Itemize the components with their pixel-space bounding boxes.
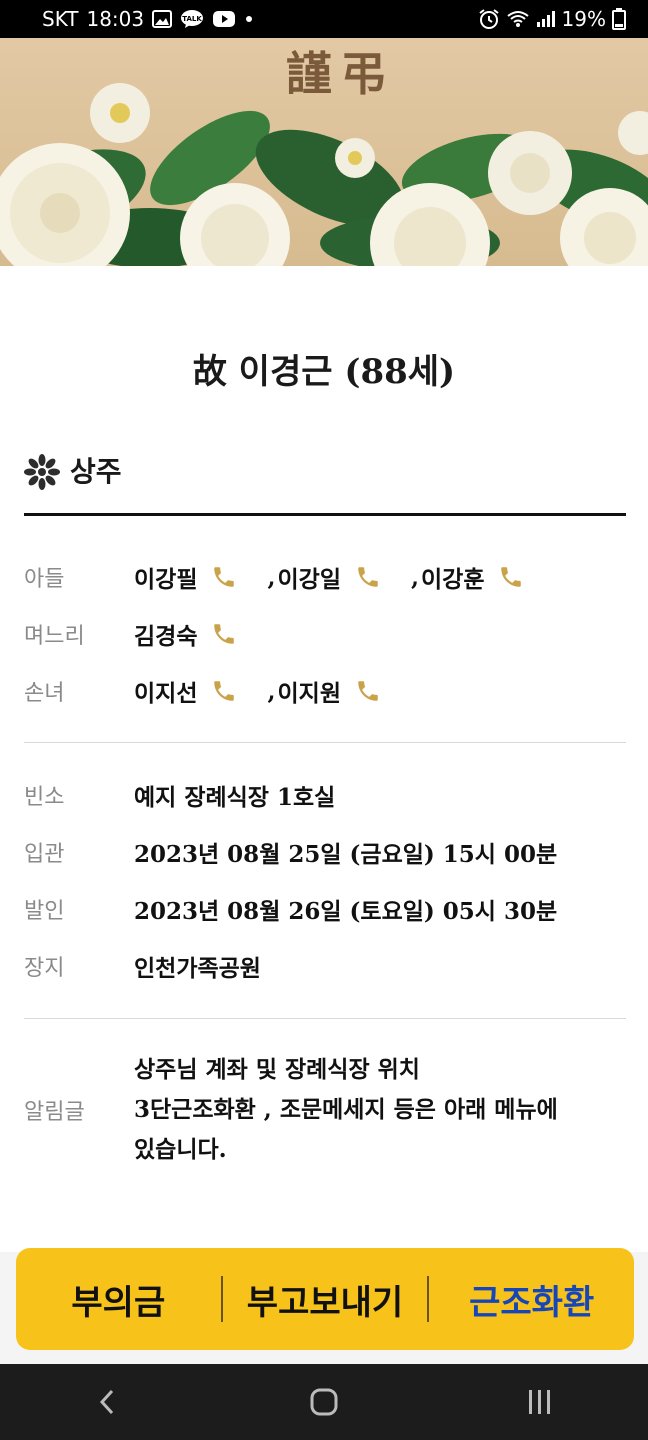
mourners-section-header: 상주 (24, 450, 626, 516)
notice-text: 상주님 계좌 및 장례식장 위치 3단근조화환 , 조문메세지 등은 아래 메뉴… (134, 1050, 614, 1170)
mourner-entry: 이지원 (278, 674, 381, 708)
section-title: 상주 (70, 455, 122, 488)
mourner-row-daughter-in-law: 며느리 김경숙 (24, 616, 626, 652)
battery-icon (612, 8, 626, 30)
funeral-wreath-button[interactable]: 근조화환 (429, 1248, 634, 1350)
info-label: 입관 (24, 842, 65, 867)
name-separator: , (267, 677, 276, 705)
kakaotalk-icon: TALK (180, 9, 204, 29)
info-row-mortuary: 빈소 예지 장례식장 1호실 (24, 777, 626, 813)
mourner-name: 이지원 (277, 680, 341, 707)
mourner-name: 이강일 (277, 566, 341, 593)
mourner-row-granddaughter: 손녀 이지선 , 이지원 (24, 673, 626, 709)
alarm-icon (478, 8, 500, 30)
relation-label: 손녀 (24, 681, 65, 706)
relation-label: 며느리 (24, 624, 85, 649)
notice-line: 있습니다. (134, 1136, 227, 1163)
name-separator: , (410, 563, 419, 591)
phone-icon[interactable] (211, 564, 237, 590)
condolence-money-button[interactable]: 부의금 (16, 1248, 221, 1350)
youtube-icon (212, 10, 236, 28)
action-bar: 부의금 부고보내기 근조화환 (16, 1248, 634, 1350)
svg-text:TALK: TALK (182, 15, 202, 23)
info-label: 장지 (24, 956, 65, 981)
phone-icon[interactable] (211, 678, 237, 704)
info-row-encoffining: 입관 2023년 08월 25일 (금요일) 15시 00분 (24, 834, 626, 870)
info-label: 빈소 (24, 785, 65, 810)
mourner-entry: 이강필 (134, 560, 237, 594)
section-divider (24, 1018, 626, 1019)
signal-icon (536, 10, 556, 28)
mourner-entry: 이지선 (134, 674, 237, 708)
mourner-entry: 김경숙 (134, 617, 237, 651)
mourner-name: 이강훈 (421, 566, 485, 593)
info-value: 예지 장례식장 1호실 (134, 784, 336, 811)
info-row-burial: 장지 인천가족공원 (24, 948, 626, 984)
gallery-icon (152, 10, 173, 28)
notice-line: 상주님 계좌 및 장례식장 위치 (134, 1056, 420, 1083)
mourner-name: 이강필 (134, 566, 198, 593)
memorial-banner: 謹弔 (0, 38, 648, 266)
status-bar: SKT 18:03 TALK 19% (0, 0, 648, 38)
phone-icon[interactable] (498, 564, 524, 590)
mourner-name: 이지선 (134, 680, 198, 707)
phone-icon[interactable] (211, 621, 237, 647)
info-value: 2023년 08월 25일 (금요일) 15시 00분 (134, 841, 558, 868)
banner-title: 謹弔 (286, 47, 394, 101)
carrier-label: SKT (42, 7, 79, 31)
clock-label: 18:03 (86, 7, 145, 31)
mourner-row-son: 아들 이강필 , 이강일 , 이강훈 (24, 559, 626, 595)
send-obituary-button[interactable]: 부고보내기 (223, 1248, 428, 1350)
mourner-entry: 이강훈 (421, 560, 524, 594)
relation-label: 아들 (24, 567, 65, 592)
info-row-departure: 발인 2023년 08월 26일 (토요일) 05시 30분 (24, 891, 626, 927)
notice-label: 알림글 (24, 1100, 85, 1125)
phone-icon[interactable] (355, 564, 381, 590)
info-label: 발인 (24, 899, 65, 924)
phone-icon[interactable] (355, 678, 381, 704)
section-divider (24, 742, 626, 743)
name-separator: , (267, 563, 276, 591)
dot-icon (244, 14, 254, 24)
mourner-name: 김경숙 (134, 623, 198, 650)
mourner-entry: 이강일 (278, 560, 381, 594)
deceased-name: 故 이경근 (88세) (192, 352, 456, 392)
navigation-bar (0, 1364, 648, 1440)
notice-line: 3단근조화환 , 조문메세지 등은 아래 메뉴에 (134, 1096, 558, 1123)
info-value: 인천가족공원 (134, 955, 261, 982)
back-icon[interactable] (68, 1372, 148, 1432)
chrysanthemum-icon (24, 454, 60, 490)
recent-apps-icon[interactable] (500, 1372, 580, 1432)
battery-percent: 19% (561, 7, 606, 31)
wifi-icon (506, 9, 530, 29)
info-value: 2023년 08월 26일 (토요일) 05시 30분 (134, 898, 558, 925)
home-icon[interactable] (284, 1372, 364, 1432)
